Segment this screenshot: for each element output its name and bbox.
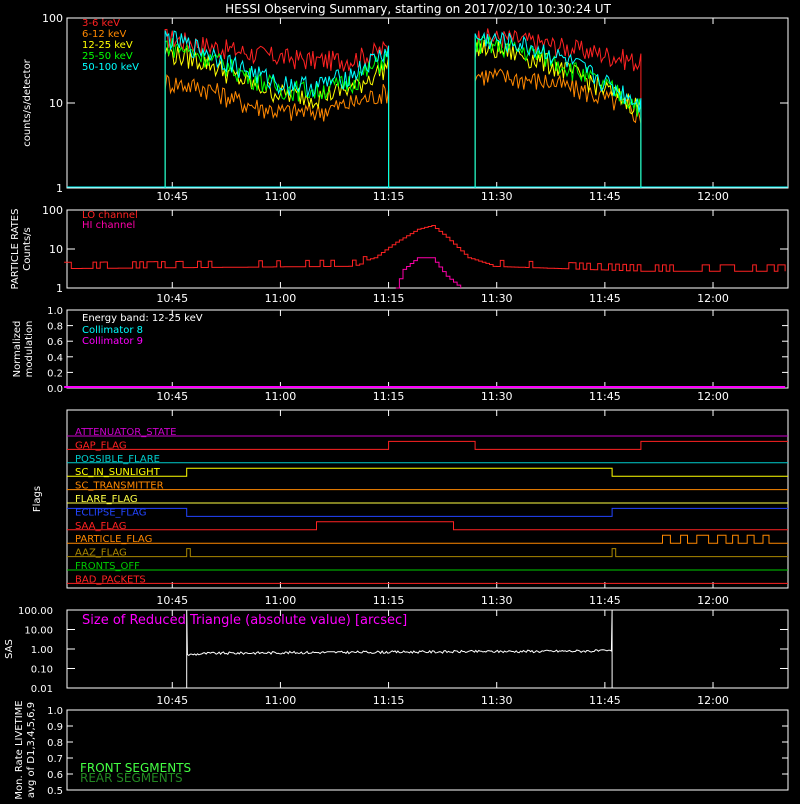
lightcurve-xtick-label-1: 11:00 (265, 190, 297, 203)
modulation-ytick-label-3: 0.6 (47, 337, 63, 348)
lightcurve-ylabel-0: counts/s/detector (22, 58, 33, 146)
sas-legend-0: Size of Reduced Triangle (absolute value… (82, 613, 407, 628)
particle-xtick-label-5: 12:00 (697, 292, 729, 305)
lightcurve-xtick-label-3: 11:30 (481, 190, 513, 203)
lightcurve-xtick-label-0: 10:45 (156, 190, 188, 203)
particle-series-0 (64, 225, 786, 272)
sas-xtick-label-5: 12:00 (697, 694, 729, 707)
modulation-xtick-label-2: 11:15 (373, 390, 405, 403)
lightcurve-series-0 (164, 28, 642, 188)
particle-xtick-label-0: 10:45 (156, 292, 188, 305)
modulation-xtick-label-5: 12:00 (697, 390, 729, 403)
chart-title: HESSI Observing Summary, starting on 201… (225, 2, 611, 16)
modulation-ylabel-1: modulation (24, 321, 35, 378)
flag-line-9 (67, 548, 788, 558)
lightcurve-series-3 (164, 35, 642, 188)
modulation-xtick-label-4: 11:45 (589, 390, 621, 403)
particle-xtick-label-4: 11:45 (589, 292, 621, 305)
modulation-xtick-label-3: 11:30 (481, 390, 513, 403)
particle-ytick-label-0: 1 (56, 282, 63, 295)
sas-xtick-label-4: 11:45 (589, 694, 621, 707)
particle-ytick-label-2: 100 (42, 204, 63, 217)
particle-xtick-label-1: 11:00 (265, 292, 297, 305)
modulation-ytick-label-0: 0.0 (47, 384, 63, 395)
hessi-summary: HESSI Observing Summary, starting on 201… (0, 0, 800, 800)
livetime-ytick-label-0: 0.5 (47, 786, 63, 797)
flags-xtick-label-4: 11:45 (589, 594, 621, 607)
particle-ytick-label-1: 10 (49, 243, 63, 256)
lightcurve-xtick-label-4: 11:45 (589, 190, 621, 203)
lightcurve-ytick-label-0: 1 (56, 182, 63, 195)
particle-series-1 (395, 257, 462, 289)
particle-frame (66, 209, 789, 289)
lightcurve-xtick-label-5: 12:00 (697, 190, 729, 203)
flags-xtick-label-3: 11:30 (481, 594, 513, 607)
modulation-ytick-label-2: 0.4 (47, 353, 63, 364)
lightcurve-ytick-label-1: 10 (49, 97, 63, 110)
lightcurve-legend-3: 25-50 keV (82, 51, 133, 62)
sas-ytick-label-4: 100.00 (18, 606, 53, 617)
lightcurve-ytick-label-2: 100 (42, 12, 63, 25)
flags-xtick-label-0: 10:45 (156, 594, 188, 607)
lightcurve-legend-0: 3-6 keV (82, 18, 120, 29)
livetime-ytick-label-4: 0.9 (47, 722, 63, 733)
flag-line-7 (67, 521, 788, 531)
modulation-xtick-label-1: 11:00 (265, 390, 297, 403)
flag-label-6: ECLIPSE_FLAG (75, 507, 146, 518)
modulation-ytick-label-4: 0.8 (47, 322, 63, 333)
modulation-ylabel-0: Normalized (12, 321, 23, 378)
lightcurve-legend-4: 50-100 keV (82, 62, 139, 73)
sas-ytick-label-1: 0.10 (31, 665, 53, 676)
sas-ytick-label-3: 10.00 (24, 626, 53, 637)
flag-line-8 (67, 534, 788, 544)
livetime-ytick-label-2: 0.7 (47, 754, 63, 765)
sas-ytick-label-2: 1.00 (31, 645, 53, 656)
sas-ytick-label-0: 0.01 (31, 684, 53, 695)
particle-ylabel-0: PARTICLE RATES (10, 209, 21, 290)
modulation-ytick-label-1: 0.2 (47, 368, 63, 379)
livetime-ytick-label-3: 0.8 (47, 738, 63, 749)
sas-ylabel-0: SAS (4, 639, 15, 659)
modulation-annotation: Energy band: 12-25 keV (82, 313, 203, 324)
sas-xtick-label-0: 10:45 (156, 694, 188, 707)
sas-xtick-label-1: 11:00 (265, 694, 297, 707)
flag-line-6 (67, 507, 788, 517)
lightcurve-xtick-label-2: 11:15 (373, 190, 405, 203)
livetime-ylabel-0: Mon. Rate LIVETIME (14, 700, 25, 799)
lightcurve-legend-2: 12-25 keV (82, 40, 133, 51)
livetime-legend-1: REAR SEGMENTS (80, 771, 183, 785)
livetime-ytick-label-1: 0.6 (47, 770, 63, 781)
modulation-legend-1: Collimator 9 (82, 336, 143, 347)
summary-plot: HESSI Observing Summary, starting on 201… (4, 2, 789, 800)
sas-xtick-label-3: 11:30 (481, 694, 513, 707)
lightcurve-series-1 (164, 67, 642, 188)
particle-xtick-label-3: 11:30 (481, 292, 513, 305)
flags-xtick-label-1: 11:00 (265, 594, 297, 607)
flags-ylabel-0: Flags (32, 486, 43, 512)
modulation-ytick-label-5: 1.0 (47, 306, 63, 317)
flags-xtick-label-2: 11:15 (373, 594, 405, 607)
flag-line-1 (67, 440, 788, 450)
livetime-ylabel-1: avg of D1,3,4,5,6,9 (26, 702, 37, 798)
particle-legend-1: HI channel (82, 220, 135, 231)
modulation-xtick-label-0: 10:45 (156, 390, 188, 403)
modulation-legend-0: Collimator 8 (82, 325, 143, 336)
flags-xtick-label-5: 12:00 (697, 594, 729, 607)
particle-xtick-label-2: 11:15 (373, 292, 405, 305)
livetime-ytick-label-5: 1.0 (47, 706, 63, 717)
lightcurve-legend-1: 6-12 keV (82, 29, 126, 40)
particle-ylabel-1: Counts/s (22, 227, 33, 271)
sas-xtick-label-2: 11:15 (373, 694, 405, 707)
flag-line-3 (67, 467, 788, 477)
